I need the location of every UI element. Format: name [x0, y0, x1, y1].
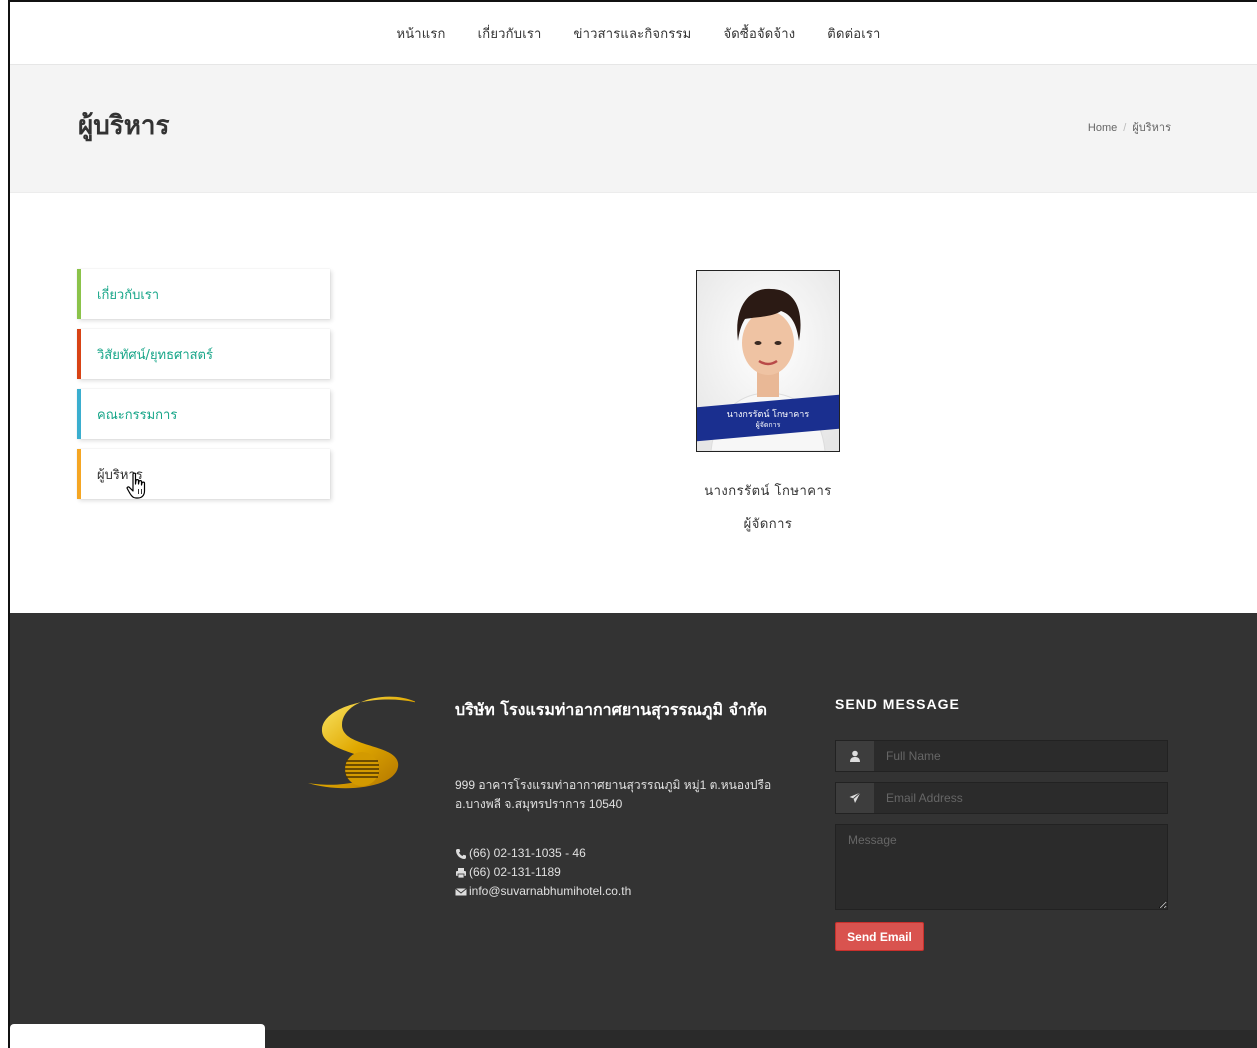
- send-message-title: SEND MESSAGE: [835, 696, 960, 712]
- footer-phone-row: (66) 02-131-1035 - 46: [455, 844, 631, 863]
- executive-photo: นางกรรัตน์ โกษาคาร ผู้จัดการ: [696, 270, 840, 452]
- window-frame-left: [8, 0, 10, 1048]
- full-name-input[interactable]: [874, 741, 1167, 771]
- nav-item-procurement[interactable]: จัดซื้อจัดจ้าง: [723, 23, 795, 44]
- side-menu-item-label: วิสัยทัศน์/ยุทธศาสตร์: [97, 347, 213, 363]
- window-frame-top: [8, 0, 1257, 2]
- user-icon: [836, 741, 874, 771]
- message-textarea[interactable]: [835, 824, 1168, 910]
- side-menu-item-about[interactable]: เกี่ยวกับเรา: [77, 269, 330, 319]
- envelope-icon: [455, 887, 467, 895]
- phone-icon: [456, 848, 466, 859]
- site-footer: บริษัท โรงแรมท่าอากาศยานสุวรรณภูมิ จำกัด…: [10, 613, 1257, 1030]
- photo-overlay-title: ผู้จัดการ: [755, 422, 781, 429]
- side-menu-item-executives[interactable]: ผู้บริหาร: [77, 449, 330, 499]
- breadcrumb-current: ผู้บริหาร: [1132, 122, 1171, 134]
- paper-plane-icon: [836, 783, 874, 813]
- main-nav-list: หน้าแรก เกี่ยวกับเรา ข่าวสารและกิจกรรม จ…: [386, 23, 880, 44]
- side-menu-item-label: คณะกรรมการ: [97, 407, 178, 423]
- nav-item-about[interactable]: เกี่ยวกับเรา: [478, 23, 542, 44]
- side-menu: เกี่ยวกับเรา วิสัยทัศน์/ยุทธศาสตร์ คณะกร…: [77, 269, 330, 509]
- footer-fax-row: (66) 02-131-1189: [455, 863, 631, 882]
- photo-overlay-name: นางกรรัตน์ โกษาคาร: [726, 409, 810, 419]
- footer-company-name: บริษัท โรงแรมท่าอากาศยานสุวรรณภูมิ จำกัด: [455, 700, 767, 719]
- bottom-panel-tab[interactable]: [10, 1024, 265, 1048]
- nav-item-contact[interactable]: ติดต่อเรา: [827, 23, 880, 44]
- breadcrumb-separator: /: [1123, 122, 1127, 134]
- hand-pointer-icon: [126, 472, 146, 499]
- footer-email-row: info@suvarnabhumihotel.co.th: [455, 882, 631, 901]
- footer-phone[interactable]: (66) 02-131-1035 - 46: [469, 844, 586, 863]
- footer-fax: (66) 02-131-1189: [469, 865, 561, 879]
- side-menu-item-vision[interactable]: วิสัยทัศน์/ยุทธศาสตร์: [77, 329, 330, 379]
- nav-item-home[interactable]: หน้าแรก: [396, 23, 445, 44]
- email-field: [835, 782, 1168, 814]
- send-email-button[interactable]: Send Email: [835, 922, 924, 951]
- executive-position: ผู้จัดการ: [743, 517, 793, 532]
- footer-address: 999 อาคารโรงแรมท่าอากาศยานสุวรรณภูมิ หมู…: [455, 778, 772, 811]
- full-name-field: [835, 740, 1168, 772]
- print-icon: [456, 867, 466, 878]
- page-header: ผู้บริหาร Home / ผู้บริหาร: [10, 65, 1257, 193]
- footer-contacts: (66) 02-131-1035 - 46 (66) 02-131-1189 i…: [455, 844, 631, 901]
- executive-name: นางกรรัตน์ โกษาคาร: [704, 484, 832, 499]
- breadcrumb-home-link[interactable]: Home: [1088, 122, 1117, 134]
- executive-card: นางกรรัตน์ โกษาคาร ผู้จัดการ นางกรรัตน์ …: [640, 270, 896, 534]
- footer-email[interactable]: info@suvarnabhumihotel.co.th: [469, 882, 631, 901]
- side-menu-item-label: เกี่ยวกับเรา: [97, 287, 160, 303]
- email-input[interactable]: [874, 783, 1167, 813]
- side-menu-item-board[interactable]: คณะกรรมการ: [77, 389, 330, 439]
- breadcrumb: Home / ผู้บริหาร: [1088, 118, 1171, 136]
- main-nav: หน้าแรก เกี่ยวกับเรา ข่าวสารและกิจกรรม จ…: [10, 2, 1257, 65]
- photo-name-overlay: นางกรรัตน์ โกษาคาร ผู้จัดการ: [697, 409, 839, 431]
- company-logo: [308, 696, 415, 789]
- page-title: ผู้บริหาร: [78, 111, 170, 141]
- nav-item-news[interactable]: ข่าวสารและกิจกรรม: [574, 23, 692, 44]
